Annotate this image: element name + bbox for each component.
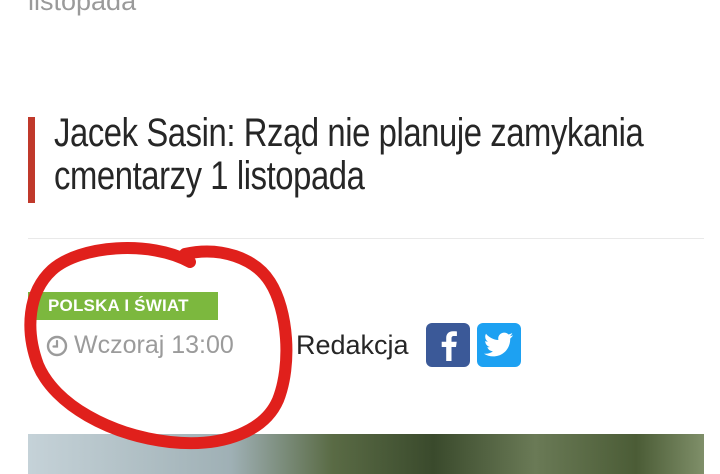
facebook-share-button[interactable] xyxy=(426,323,470,367)
twitter-icon xyxy=(484,332,513,357)
category-badge[interactable]: POLSKA I ŚWIAT xyxy=(28,292,218,320)
previous-article-title[interactable]: listopada xyxy=(28,0,136,17)
facebook-icon xyxy=(441,331,457,361)
twitter-share-button[interactable] xyxy=(477,323,521,367)
article-image xyxy=(28,434,704,474)
publish-time: Wczoraj 13:00 xyxy=(46,330,234,360)
title-accent-bar xyxy=(28,117,35,203)
clock-icon xyxy=(46,334,68,357)
page-title: Jacek Sasin: Rząd nie planuje zamykania … xyxy=(54,111,644,198)
publish-time-text: Wczoraj 13:00 xyxy=(74,331,234,359)
author-name[interactable]: Redakcja xyxy=(296,328,409,362)
red-circle-annotation xyxy=(24,242,293,450)
divider xyxy=(28,238,704,239)
